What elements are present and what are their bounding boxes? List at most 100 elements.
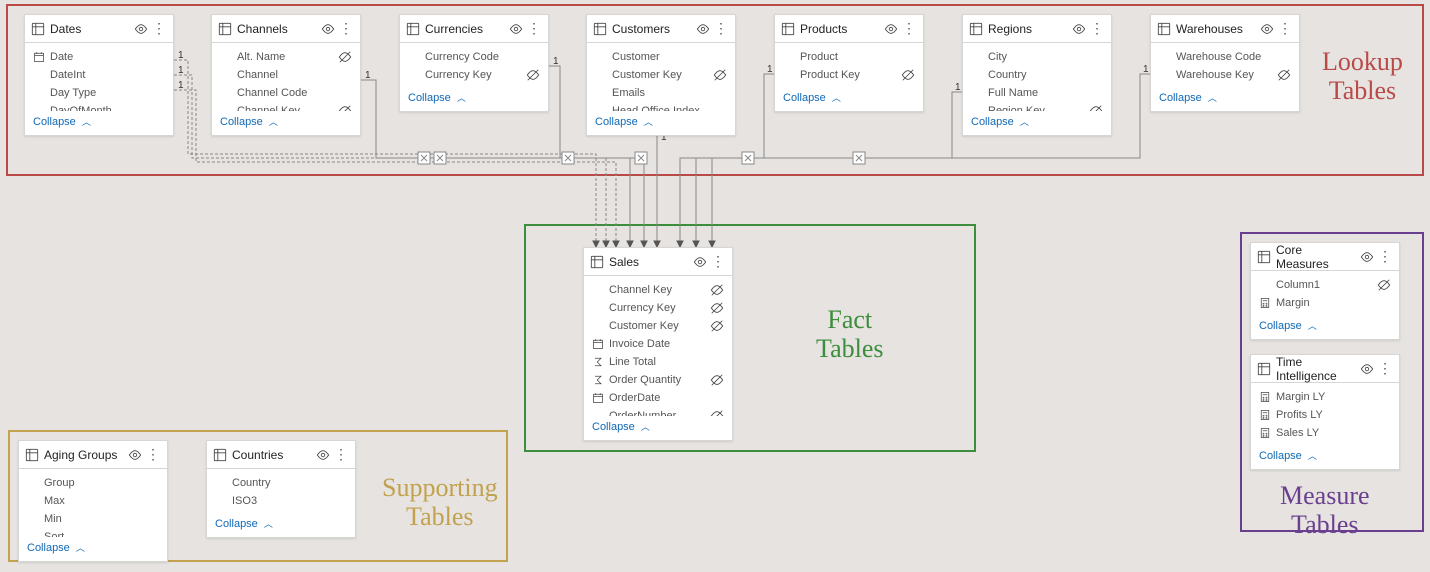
field-row[interactable]: Emails bbox=[595, 85, 727, 101]
card-header[interactable]: Regions⋮ bbox=[963, 15, 1111, 43]
more-options-button[interactable]: ⋮ bbox=[146, 446, 161, 463]
field-row[interactable]: Channel Key bbox=[220, 103, 352, 111]
field-row[interactable]: Order Quantity bbox=[592, 372, 724, 388]
field-row[interactable]: Channel Key bbox=[592, 282, 724, 298]
hidden-icon[interactable] bbox=[710, 283, 724, 297]
collapse-button[interactable]: Collapse ︿ bbox=[587, 111, 735, 135]
field-row[interactable]: Column1 bbox=[1259, 277, 1391, 293]
table-card-channels[interactable]: Channels⋮Alt. NameChannelChannel CodeCha… bbox=[211, 14, 361, 136]
hidden-icon[interactable] bbox=[338, 104, 352, 111]
table-card-sales[interactable]: Sales⋮Channel KeyCurrency KeyCustomer Ke… bbox=[583, 247, 733, 441]
field-row[interactable]: Sales LY bbox=[1259, 425, 1391, 441]
field-row[interactable]: Warehouse Key bbox=[1159, 67, 1291, 83]
card-header[interactable]: Products⋮ bbox=[775, 15, 923, 43]
card-header[interactable]: Sales⋮ bbox=[584, 248, 732, 276]
more-options-button[interactable]: ⋮ bbox=[152, 20, 167, 37]
more-options-button[interactable]: ⋮ bbox=[1378, 360, 1393, 377]
collapse-button[interactable]: Collapse ︿ bbox=[584, 416, 732, 440]
hidden-icon[interactable] bbox=[710, 301, 724, 315]
field-row[interactable]: Invoice Date bbox=[592, 336, 724, 352]
field-row[interactable]: Warehouse Code bbox=[1159, 49, 1291, 65]
more-options-button[interactable]: ⋮ bbox=[1378, 248, 1393, 265]
more-options-button[interactable]: ⋮ bbox=[711, 253, 726, 270]
hidden-icon[interactable] bbox=[710, 373, 724, 387]
field-row[interactable]: Profits LY bbox=[1259, 407, 1391, 423]
hidden-icon[interactable] bbox=[710, 319, 724, 333]
table-card-core-measures[interactable]: Core Measures⋮ Column1 Margin Collapse ︿ bbox=[1250, 242, 1400, 340]
collapse-button[interactable]: Collapse ︿ bbox=[207, 513, 355, 537]
visibility-icon[interactable] bbox=[884, 22, 898, 36]
card-header[interactable]: Warehouses⋮ bbox=[1151, 15, 1299, 43]
field-row[interactable]: OrderNumber bbox=[592, 408, 724, 416]
table-card-regions[interactable]: Regions⋮CityCountryFull NameRegion KeyCo… bbox=[962, 14, 1112, 136]
visibility-icon[interactable] bbox=[1360, 362, 1374, 376]
field-row[interactable]: Min bbox=[27, 511, 159, 527]
collapse-button[interactable]: Collapse ︿ bbox=[400, 87, 548, 111]
hidden-icon[interactable] bbox=[1089, 104, 1103, 111]
collapse-button[interactable]: Collapse ︿ bbox=[963, 111, 1111, 135]
more-options-button[interactable]: ⋮ bbox=[339, 20, 354, 37]
field-row[interactable]: Product bbox=[783, 49, 915, 65]
card-header[interactable]: Core Measures⋮ bbox=[1251, 243, 1399, 271]
card-header[interactable]: Time Intelligence⋮ bbox=[1251, 355, 1399, 383]
more-options-button[interactable]: ⋮ bbox=[334, 446, 349, 463]
collapse-button[interactable]: Collapse ︿ bbox=[1151, 87, 1299, 111]
visibility-icon[interactable] bbox=[134, 22, 148, 36]
collapse-button[interactable]: Collapse ︿ bbox=[212, 111, 360, 135]
hidden-icon[interactable] bbox=[1377, 278, 1391, 292]
more-options-button[interactable]: ⋮ bbox=[1278, 20, 1293, 37]
field-row[interactable]: Max bbox=[27, 493, 159, 509]
more-options-button[interactable]: ⋮ bbox=[902, 20, 917, 37]
collapse-button[interactable]: Collapse ︿ bbox=[19, 537, 167, 561]
card-header[interactable]: Currencies⋮ bbox=[400, 15, 548, 43]
field-row[interactable]: Line Total bbox=[592, 354, 724, 370]
field-row[interactable]: Alt. Name bbox=[220, 49, 352, 65]
collapse-button[interactable]: Collapse ︿ bbox=[1251, 445, 1399, 469]
visibility-icon[interactable] bbox=[696, 22, 710, 36]
collapse-button[interactable]: Collapse ︿ bbox=[1251, 315, 1399, 339]
table-card-time-intelligence[interactable]: Time Intelligence⋮ Margin LY Profits LY Sal… bbox=[1250, 354, 1400, 470]
card-header[interactable]: Dates⋮ bbox=[25, 15, 173, 43]
hidden-icon[interactable] bbox=[901, 68, 915, 82]
table-card-products[interactable]: Products⋮ Product Product Key Collapse ︿ bbox=[774, 14, 924, 112]
visibility-icon[interactable] bbox=[1260, 22, 1274, 36]
table-card-warehouses[interactable]: Warehouses⋮ Warehouse Code Warehouse Key Co… bbox=[1150, 14, 1300, 112]
hidden-icon[interactable] bbox=[338, 50, 352, 64]
visibility-icon[interactable] bbox=[321, 22, 335, 36]
more-options-button[interactable]: ⋮ bbox=[527, 20, 542, 37]
visibility-icon[interactable] bbox=[316, 448, 330, 462]
field-row[interactable]: Sort bbox=[27, 529, 159, 537]
field-row[interactable]: Date bbox=[33, 49, 165, 65]
field-row[interactable]: Full Name bbox=[971, 85, 1103, 101]
field-row[interactable]: Margin bbox=[1259, 295, 1391, 311]
field-row[interactable]: Currency Code bbox=[408, 49, 540, 65]
field-row[interactable]: Customer Key bbox=[592, 318, 724, 334]
table-card-currencies[interactable]: Currencies⋮Currency CodeCurrency KeyColl… bbox=[399, 14, 549, 112]
field-row[interactable]: Region Key bbox=[971, 103, 1103, 111]
more-options-button[interactable]: ⋮ bbox=[714, 20, 729, 37]
field-row[interactable]: Customer bbox=[595, 49, 727, 65]
field-row[interactable]: Group bbox=[27, 475, 159, 491]
field-row[interactable]: City bbox=[971, 49, 1103, 65]
field-row[interactable]: DateInt bbox=[33, 67, 165, 83]
hidden-icon[interactable] bbox=[713, 68, 727, 82]
visibility-icon[interactable] bbox=[693, 255, 707, 269]
card-header[interactable]: Customers⋮ bbox=[587, 15, 735, 43]
collapse-button[interactable]: Collapse ︿ bbox=[775, 87, 923, 111]
field-row[interactable]: Country bbox=[215, 475, 347, 491]
visibility-icon[interactable] bbox=[128, 448, 142, 462]
table-card-countries[interactable]: Countries⋮CountryISO3Collapse ︿ bbox=[206, 440, 356, 538]
field-row[interactable]: Channel Code bbox=[220, 85, 352, 101]
visibility-icon[interactable] bbox=[1360, 250, 1374, 264]
field-row[interactable]: Margin LY bbox=[1259, 389, 1391, 405]
table-card-customers[interactable]: Customers⋮ Customer Customer Key Emails Head… bbox=[586, 14, 736, 136]
visibility-icon[interactable] bbox=[1072, 22, 1086, 36]
hidden-icon[interactable] bbox=[710, 409, 724, 416]
hidden-icon[interactable] bbox=[526, 68, 540, 82]
field-row[interactable]: Product Key bbox=[783, 67, 915, 83]
field-row[interactable]: Customer Key bbox=[595, 67, 727, 83]
field-row[interactable]: Head Office Index bbox=[595, 103, 727, 111]
table-card-aging-groups[interactable]: Aging Groups⋮GroupMaxMinSortCollapse ︿ bbox=[18, 440, 168, 562]
visibility-icon[interactable] bbox=[509, 22, 523, 36]
more-options-button[interactable]: ⋮ bbox=[1090, 20, 1105, 37]
